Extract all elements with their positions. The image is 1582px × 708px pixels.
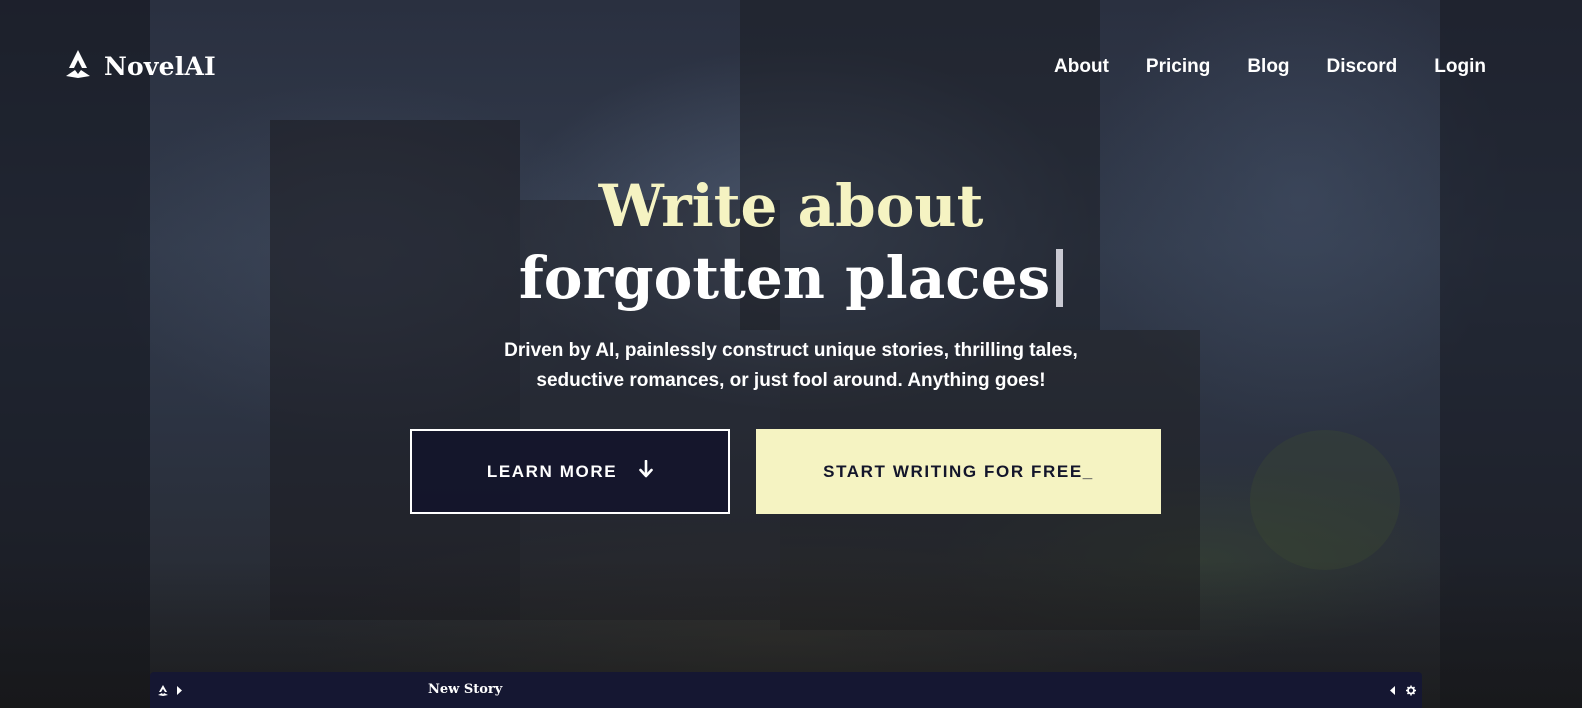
preview-right-controls (1388, 683, 1416, 701)
brand-logo-link[interactable]: NovelAI (66, 50, 216, 83)
headline-typed-text: forgotten places (518, 244, 1051, 312)
editor-preview-bar: New Story (150, 672, 1422, 708)
nav-link-pricing[interactable]: Pricing (1146, 56, 1210, 78)
hero-subtitle: Driven by AI, painlessly construct uniqu… (0, 336, 1582, 396)
preview-left-controls (158, 683, 184, 701)
nav-link-about[interactable]: About (1054, 56, 1109, 78)
start-writing-label: START WRITING FOR FREE_ (823, 461, 1094, 481)
chevron-left-icon[interactable] (1388, 683, 1398, 701)
novelai-quill-icon (66, 50, 90, 83)
nav-link-discord[interactable]: Discord (1327, 56, 1398, 78)
learn-more-label: LEARN MORE (486, 461, 618, 481)
nav-link-login[interactable]: Login (1434, 56, 1486, 78)
learn-more-button[interactable]: LEARN MORE (410, 429, 730, 514)
hero-section: Write about forgotten places Driven by A… (0, 170, 1582, 396)
chevron-right-icon[interactable] (174, 683, 184, 701)
preview-story-title: New Story (428, 682, 503, 697)
top-navbar: NovelAI About Pricing Blog Discord Login (0, 0, 1582, 130)
brand-name: NovelAI (104, 52, 216, 81)
hero-subtitle-line-1: Driven by AI, painlessly construct uniqu… (504, 340, 1078, 361)
gear-icon[interactable] (1406, 683, 1416, 701)
hero-subtitle-line-2: seductive romances, or just fool around.… (536, 370, 1046, 391)
nav-links: About Pricing Blog Discord Login (1054, 56, 1486, 78)
start-writing-button[interactable]: START WRITING FOR FREE_ (756, 429, 1161, 514)
novelai-logo-icon[interactable] (158, 683, 168, 701)
headline-line-2: forgotten places (518, 242, 1064, 314)
nav-link-blog[interactable]: Blog (1247, 56, 1289, 78)
arrow-down-icon (639, 459, 653, 483)
typing-cursor (1056, 249, 1064, 307)
headline-line-1: Write about (598, 172, 984, 240)
